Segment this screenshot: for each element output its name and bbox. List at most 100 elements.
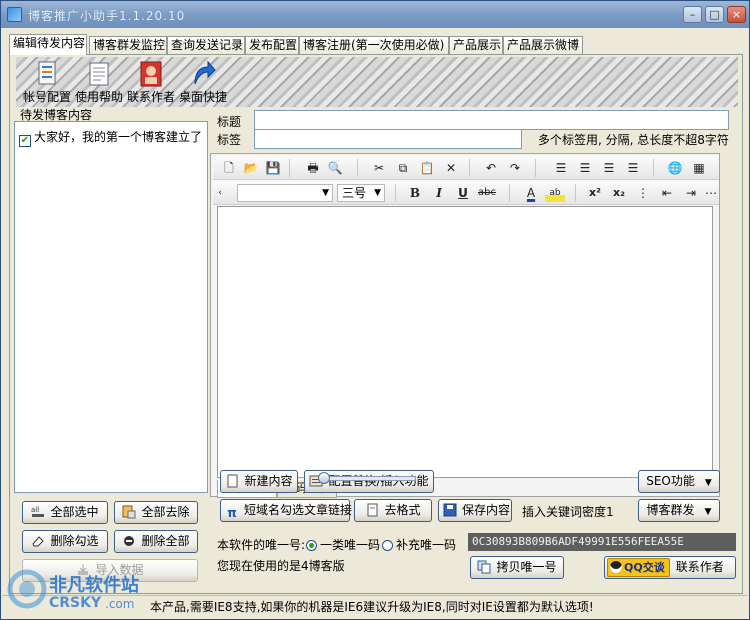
- save-disk-icon[interactable]: 💾: [263, 159, 283, 177]
- underline-icon[interactable]: U: [453, 184, 473, 202]
- contact-author-button[interactable]: 联系作者: [124, 60, 178, 104]
- radio-secondary[interactable]: [382, 540, 393, 551]
- blog-send-button[interactable]: 博客群发 ▼: [638, 499, 720, 522]
- slider-track[interactable]: [319, 476, 416, 481]
- paste-icon[interactable]: 📋: [417, 159, 437, 177]
- highlight-icon[interactable]: ab: [545, 184, 565, 202]
- font-family-select[interactable]: ▼: [237, 184, 333, 202]
- new-doc-icon: [227, 474, 238, 488]
- justify-icon[interactable]: ☰: [623, 159, 643, 177]
- tab-panel: 帐号配置 使用帮助 联系作者 桌面快捷 待发博客内容 ✔ 大家好，我的第一个博客…: [9, 54, 743, 594]
- help-doc-icon: [89, 62, 109, 86]
- account-config-button[interactable]: 帐号配置: [20, 60, 74, 104]
- radio-primary[interactable]: [306, 540, 317, 551]
- chevron-down-icon: ▼: [704, 478, 712, 488]
- contact-author-qq-button[interactable]: QQ交谈 联系作者: [604, 556, 736, 579]
- seo-dropdown-button[interactable]: SEO功能 ▼: [638, 470, 720, 493]
- more-tools-icon[interactable]: ⋯: [705, 184, 717, 202]
- new-doc-icon[interactable]: 🗋: [219, 159, 239, 177]
- uid-option-secondary[interactable]: 补充唯一码: [382, 536, 456, 553]
- toolbar-label: 帐号配置: [22, 90, 71, 104]
- deselect-all-icon: [122, 505, 136, 519]
- pending-content-group: 待发博客内容 ✔ 大家好，我的第一个博客建立了: [12, 107, 208, 493]
- delete-x-icon[interactable]: ✕: [441, 159, 461, 177]
- delete-all-button[interactable]: 删除全部: [114, 530, 198, 553]
- desktop-shortcut-icon: [194, 60, 216, 85]
- toolbar-separator: [357, 159, 358, 177]
- bold-icon[interactable]: B: [405, 184, 425, 202]
- uid-option-primary[interactable]: 一类唯一码: [306, 536, 380, 553]
- save-content-button[interactable]: 保存内容: [438, 499, 512, 522]
- superscript-icon[interactable]: x²: [585, 184, 605, 202]
- align-center-icon[interactable]: ☰: [575, 159, 595, 177]
- toolbar-separator: [395, 184, 396, 202]
- short-domain-button[interactable]: π 短域名勾选文章链接: [220, 499, 352, 522]
- maximize-button[interactable]: □: [705, 6, 724, 23]
- select-all-button[interactable]: all 全部选中: [22, 501, 108, 524]
- tab-product-show[interactable]: 产品展示: [449, 36, 503, 54]
- align-right-icon[interactable]: ☰: [599, 159, 619, 177]
- minimize-button[interactable]: –: [683, 6, 702, 23]
- svg-text:all: all: [31, 506, 39, 514]
- tags-input[interactable]: [254, 129, 522, 149]
- font-size-select[interactable]: 三号 ▼: [337, 184, 385, 202]
- new-content-button[interactable]: 新建内容: [220, 470, 298, 493]
- insert-link-icon[interactable]: 🌐: [665, 159, 685, 177]
- desktop-shortcut-button[interactable]: 桌面快捷: [176, 60, 230, 104]
- title-input[interactable]: [254, 110, 729, 130]
- uid-value: 0C30893B809B6ADF49991E556FEEA55E: [468, 533, 736, 551]
- copy-icon[interactable]: ⧉: [393, 159, 413, 177]
- tab-blog-monitor[interactable]: 博客群发监控: [89, 36, 167, 54]
- density-slider-thumb[interactable]: [318, 472, 330, 484]
- deselect-all-button[interactable]: 全部去除: [114, 501, 198, 524]
- toolbar-separator: [509, 184, 510, 202]
- account-config-icon: [38, 61, 56, 85]
- tab-send-records[interactable]: 查询发送记录: [167, 36, 245, 54]
- title-bar[interactable]: 博客推广小助手1.1.20.10 – □ ×: [1, 1, 749, 28]
- pending-content-list[interactable]: ✔ 大家好，我的第一个博客建立了: [14, 121, 208, 493]
- chevron-down-icon: ▼: [374, 188, 381, 198]
- seo-label: SEO功能: [646, 474, 695, 488]
- tab-edit-pending[interactable]: 编辑待发内容: [9, 34, 87, 55]
- undo-icon[interactable]: ↶: [481, 159, 501, 177]
- item-checkbox[interactable]: ✔: [19, 135, 31, 147]
- indent-icon[interactable]: ⇥: [681, 184, 701, 202]
- tab-publish-config[interactable]: 发布配置: [245, 36, 299, 54]
- copy-uid-button[interactable]: 拷贝唯一号: [470, 556, 564, 579]
- preview-icon[interactable]: 🔍: [325, 159, 345, 177]
- rich-text-editor: 🗋 📂 💾 🖶 🔍 ✂ ⧉ 📋 ✕ ↶ ↷ ☰ ☰ ☰ ☰ 🌐 ▦ ‹ ▼ 三号…: [210, 153, 720, 498]
- cut-icon[interactable]: ✂: [369, 159, 389, 177]
- list-item[interactable]: ✔ 大家好，我的第一个博客建立了: [19, 128, 202, 147]
- strikethrough-icon[interactable]: abc: [477, 184, 497, 202]
- toolbar-separator: [289, 159, 290, 177]
- tags-hint: 多个标签用, 分隔, 总长度不超8字符: [538, 133, 729, 147]
- subscript-icon[interactable]: x₂: [609, 184, 629, 202]
- redo-icon[interactable]: ↷: [505, 159, 525, 177]
- editor-toolbar-row-2: ‹ ▼ 三号 ▼ B I U abc A ab x² x₂ ⋮ ⇤ ⇥ ⋯: [213, 181, 719, 205]
- delete-checked-button[interactable]: 删除勾选: [22, 530, 108, 553]
- tab-blog-register[interactable]: 博客注册(第一次使用必做): [299, 36, 449, 54]
- editor-content-area[interactable]: [217, 206, 713, 478]
- new-content-label: 新建内容: [244, 474, 293, 488]
- font-color-icon[interactable]: A: [521, 184, 541, 202]
- numbered-list-icon[interactable]: ⋮: [633, 184, 653, 202]
- qq-chat-badge[interactable]: QQ交谈: [607, 558, 670, 577]
- align-left-icon[interactable]: ☰: [551, 159, 571, 177]
- toolbar-label: 桌面快捷: [178, 90, 227, 104]
- insert-table-icon[interactable]: ▦: [689, 159, 709, 177]
- uid-option-secondary-label: 补充唯一码: [396, 538, 457, 552]
- eraser-icon: [32, 536, 45, 547]
- window-title: 博客推广小助手1.1.20.10: [28, 9, 186, 23]
- clear-format-button[interactable]: 去格式: [354, 499, 432, 522]
- toolbar-separator: [535, 159, 536, 177]
- close-button[interactable]: ×: [727, 6, 746, 23]
- print-icon[interactable]: 🖶: [303, 159, 323, 177]
- help-button[interactable]: 使用帮助: [72, 60, 126, 104]
- version-text: 您现在使用的是4博客版: [217, 559, 345, 573]
- italic-icon[interactable]: I: [429, 184, 449, 202]
- delete-all-icon: [124, 536, 135, 546]
- open-folder-icon[interactable]: 📂: [241, 159, 261, 177]
- outdent-icon[interactable]: ⇤: [657, 184, 677, 202]
- tab-product-weibo[interactable]: 产品展示微博: [503, 36, 583, 54]
- contact-author-icon: [140, 61, 162, 87]
